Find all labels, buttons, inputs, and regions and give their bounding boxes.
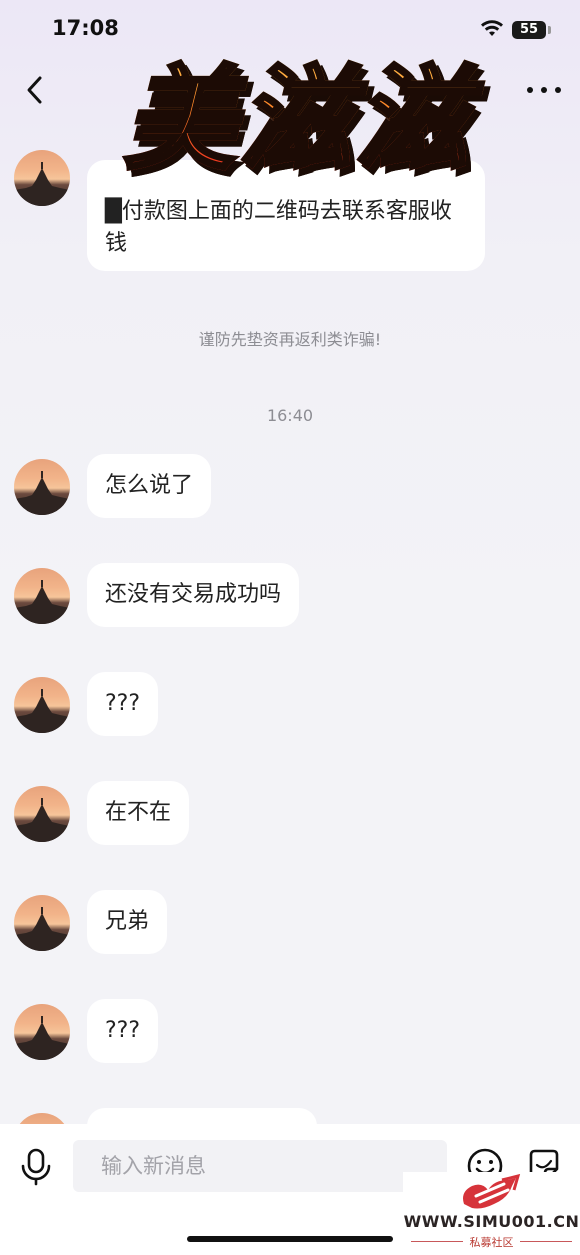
watermark-url: WWW.SIMU001.CN (403, 1212, 580, 1231)
watermark-logo-icon (463, 1174, 521, 1209)
avatar[interactable] (14, 786, 70, 842)
message-bubble: 兄弟 (87, 890, 168, 954)
microphone-icon[interactable] (18, 1147, 54, 1187)
battery-tip (548, 26, 551, 34)
more-horizontal-icon[interactable] (524, 78, 564, 102)
avatar[interactable] (14, 1004, 70, 1060)
message-bubble: ??? (87, 999, 159, 1063)
chevron-left-icon[interactable] (20, 70, 54, 110)
avatar[interactable] (14, 150, 70, 206)
wifi-icon (481, 20, 503, 36)
message-bubble: ??? (87, 672, 159, 736)
home-indicator[interactable] (187, 1236, 393, 1242)
battery-icon: 55 (512, 21, 546, 39)
avatar[interactable] (14, 459, 70, 515)
avatar[interactable] (14, 895, 70, 951)
message-bubble: 怎么说了 (87, 454, 212, 518)
message-bubble: 在不在 (87, 781, 190, 845)
message-text: 在不在 (105, 800, 172, 825)
message-text: █付款图上面的二维码去联系客服收钱 (105, 199, 452, 256)
avatar[interactable] (14, 568, 70, 624)
watermark: WWW.SIMU001.CN 私募社区 (403, 1172, 580, 1255)
avatar[interactable] (14, 677, 70, 733)
title-sticker: 美滋滋 (70, 38, 525, 203)
message-text: ??? (105, 1018, 141, 1043)
message-input[interactable] (73, 1140, 447, 1192)
status-time: 17:08 (52, 16, 119, 40)
fraud-warning-notice: 谨防先垫资再返利类诈骗! (198, 330, 382, 349)
title-sticker-text: 美滋滋 (70, 38, 525, 203)
message-timestamp: 16:40 (266, 406, 314, 425)
watermark-subtitle: 私募社区 (469, 1236, 514, 1249)
divider (520, 1241, 572, 1242)
message-text: 还没有交易成功吗 (105, 582, 282, 607)
message-text: ??? (105, 691, 141, 716)
message-bubble: 还没有交易成功吗 (87, 563, 300, 627)
message-text: 怎么说了 (105, 473, 194, 498)
message-text: 兄弟 (105, 909, 150, 934)
